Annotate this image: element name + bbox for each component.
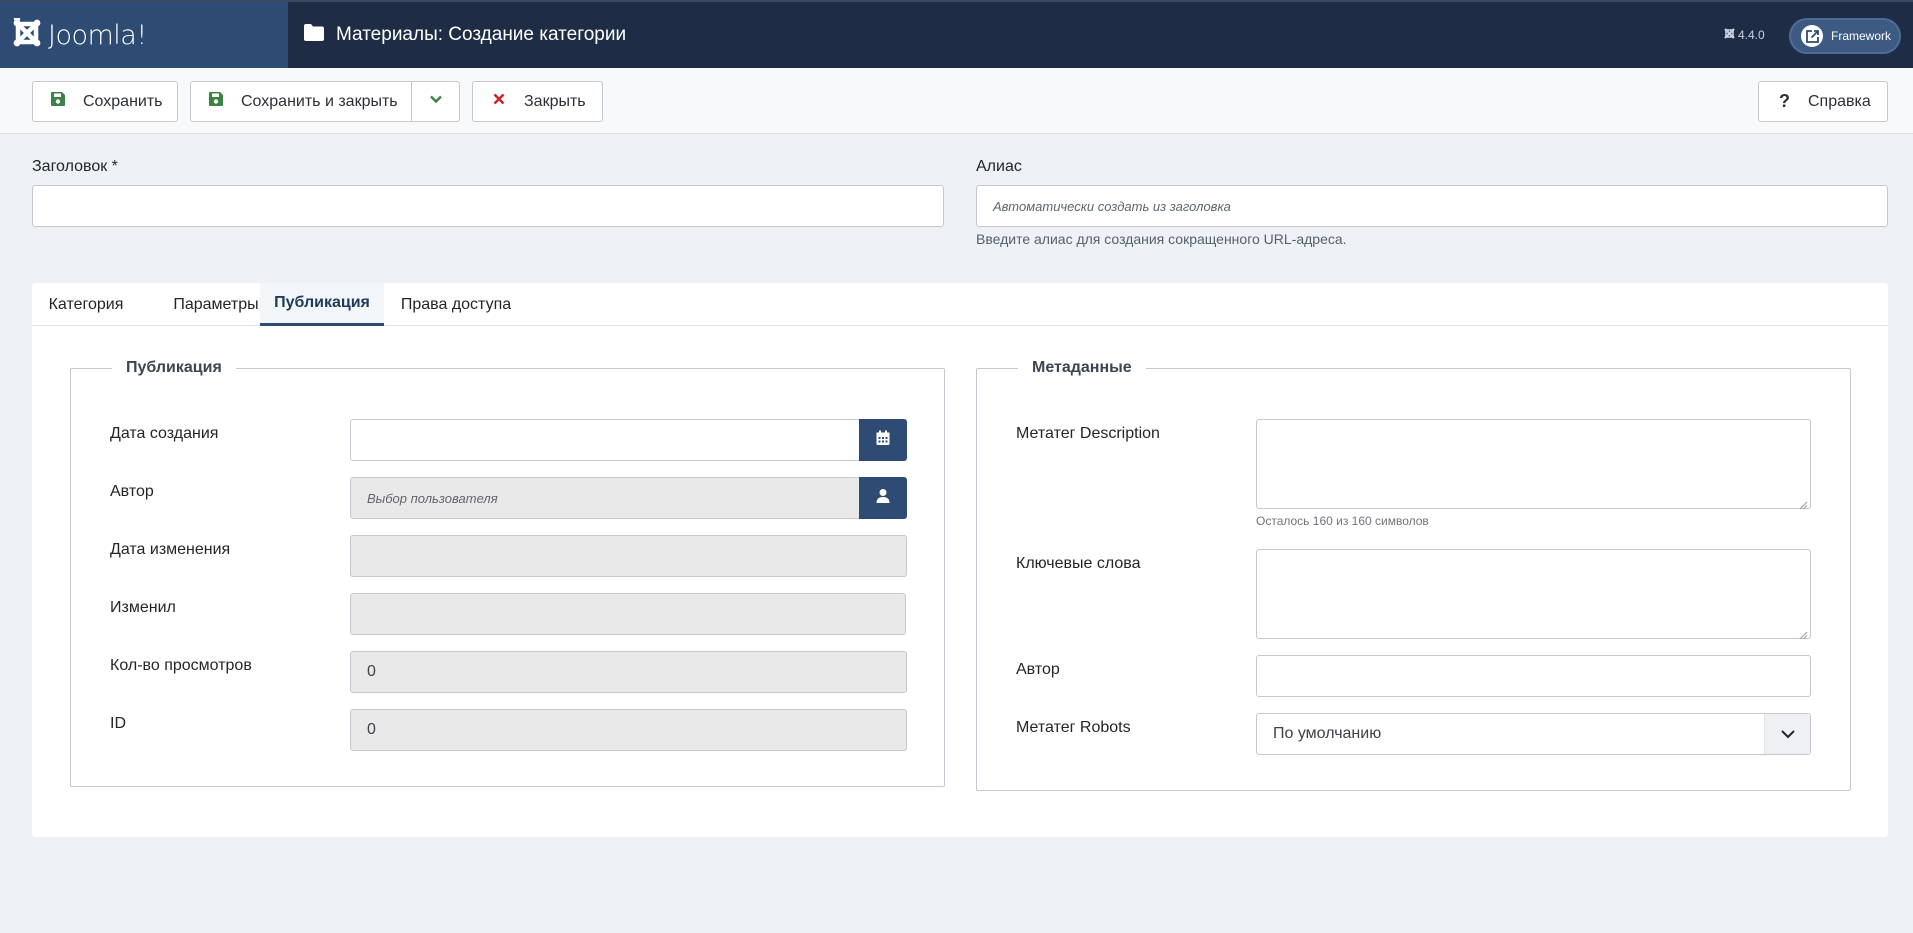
id-input: 0 [350, 709, 907, 751]
publishing-legend: Публикация [112, 359, 236, 377]
calendar-button[interactable] [859, 419, 907, 461]
resize-handle-icon[interactable] [1799, 497, 1808, 510]
modified-label: Дата изменения [110, 541, 231, 558]
question-icon: ? [1779, 91, 1790, 111]
author-label: Автор [110, 483, 154, 500]
tab-permissions[interactable]: Права доступа [384, 283, 528, 326]
joomla-small-icon [1724, 28, 1738, 42]
modified-by-input [350, 593, 906, 635]
save-dropdown-toggle[interactable] [411, 81, 460, 122]
page-title: Материалы: Создание категории [304, 2, 626, 68]
save-label: Сохранить [83, 92, 163, 110]
tab-bar: Категория Параметры Публикация Права дос… [32, 283, 1888, 326]
meta-description-label: Метатег Description [1016, 425, 1160, 442]
tab-category[interactable]: Категория [32, 283, 140, 326]
author-placeholder: Выбор пользователя [367, 490, 498, 506]
meta-robots-label: Метатег Robots [1016, 719, 1131, 736]
tab-publishing[interactable]: Публикация [260, 283, 384, 326]
save-close-button[interactable]: Сохранить и закрыть [190, 81, 412, 122]
meta-keywords-textarea[interactable] [1256, 549, 1811, 640]
hits-input: 0 [350, 651, 907, 693]
select-user-button[interactable] [859, 477, 907, 519]
help-button[interactable]: ? Справка [1758, 81, 1888, 122]
save-close-label: Сохранить и закрыть [241, 92, 398, 110]
meta-robots-select[interactable]: По умолчанию [1256, 713, 1811, 755]
modified-by-label: Изменил [110, 599, 176, 616]
calendar-icon [875, 430, 891, 451]
resize-handle-icon[interactable] [1799, 627, 1808, 640]
metadata-fieldset: Метаданные Метатег Description Осталось … [976, 359, 1851, 791]
joomla-logo-icon [12, 15, 42, 53]
publishing-fieldset: Публикация Дата создания Автор Выбор пол… [70, 359, 945, 787]
title-label: Заголовок * [32, 158, 118, 175]
close-icon [492, 92, 524, 111]
page-title-text: Материалы: Создание категории [336, 24, 627, 45]
metadata-legend: Метаданные [1018, 359, 1146, 377]
id-label: ID [110, 715, 126, 732]
version-text: 4.4.0 [1738, 28, 1765, 42]
user-icon [875, 488, 891, 509]
logo-text: Joomla! [48, 19, 147, 51]
created-date-input[interactable] [350, 419, 860, 461]
alias-label: Алиас [976, 158, 1022, 175]
description-char-counter: Осталось 160 из 160 символов [1256, 514, 1429, 528]
chevron-down-icon [429, 92, 443, 111]
framework-label: Framework [1831, 29, 1892, 43]
help-label: Справка [1808, 92, 1871, 110]
external-link-icon [1801, 25, 1823, 47]
close-label: Закрыть [524, 92, 586, 110]
meta-description-textarea[interactable] [1256, 419, 1811, 510]
author-select-input[interactable]: Выбор пользователя [350, 477, 860, 519]
chevron-down-icon [1764, 714, 1810, 754]
meta-robots-value: По умолчанию [1273, 725, 1382, 742]
meta-keywords-label: Ключевые слова [1016, 555, 1141, 572]
meta-author-label: Автор [1016, 661, 1060, 678]
alias-hint: Введите алиас для создания сокращенного … [976, 231, 1347, 247]
hits-label: Кол-во просмотров [110, 657, 252, 674]
save-button[interactable]: Сохранить [32, 81, 178, 122]
toolbar: Сохранить Сохранить и закрыть Закрыть ? … [0, 68, 1913, 134]
tabs-card: Категория Параметры Публикация Права дос… [32, 283, 1888, 837]
title-input[interactable] [32, 185, 944, 227]
meta-author-input[interactable] [1256, 655, 1811, 697]
created-label: Дата создания [110, 425, 219, 442]
modified-date-input [350, 535, 907, 577]
logo[interactable]: Joomla! [0, 2, 288, 68]
version-badge: 4.4.0 [1724, 2, 1765, 68]
save-icon [209, 92, 241, 111]
save-icon [51, 92, 83, 111]
app-header: Joomla! Материалы: Создание категории 4.… [0, 0, 1913, 68]
alias-input[interactable]: Автоматически создать из заголовка [976, 185, 1888, 227]
close-button[interactable]: Закрыть [472, 81, 603, 122]
folder-icon [304, 23, 336, 47]
framework-button[interactable]: Framework [1789, 18, 1901, 54]
